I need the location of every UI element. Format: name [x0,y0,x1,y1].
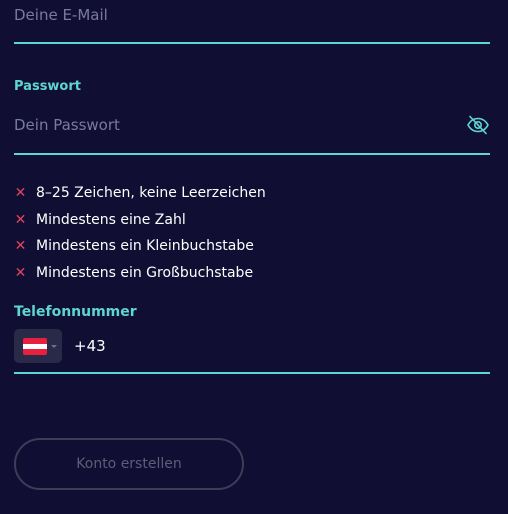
email-input[interactable]: Deine E-Mail [14,0,490,44]
x-icon: ✕ [14,185,27,202]
eye-off-icon[interactable] [466,113,490,137]
password-requirements: ✕ 8–25 Zeichen, keine Leerzeichen ✕ Mind… [14,180,266,286]
phone-label: Telefonnummer [14,304,137,320]
requirement-item: ✕ Mindestens eine Zahl [14,207,266,234]
password-placeholder: Dein Passwort [14,116,120,134]
x-icon: ✕ [14,264,27,281]
password-input[interactable]: Dein Passwort [14,100,490,155]
requirement-text: Mindestens eine Zahl [36,211,186,228]
country-code-select[interactable] [14,329,62,363]
email-placeholder: Deine E-Mail [14,6,108,24]
phone-input[interactable]: +43 [14,327,490,374]
password-label: Passwort [14,79,81,94]
x-icon: ✕ [14,211,27,228]
requirement-item: ✕ 8–25 Zeichen, keine Leerzeichen [14,180,266,207]
create-account-button[interactable]: Konto erstellen [14,438,244,490]
requirement-item: ✕ Mindestens ein Großbuchstabe [14,260,266,287]
requirement-text: 8–25 Zeichen, keine Leerzeichen [36,185,266,202]
dial-code: +43 [74,337,106,355]
austria-flag-icon [23,338,47,355]
requirement-item: ✕ Mindestens ein Kleinbuchstabe [14,233,266,260]
x-icon: ✕ [14,238,27,255]
chevron-down-icon [51,345,57,348]
requirement-text: Mindestens ein Kleinbuchstabe [36,238,254,255]
requirement-text: Mindestens ein Großbuchstabe [36,264,254,281]
